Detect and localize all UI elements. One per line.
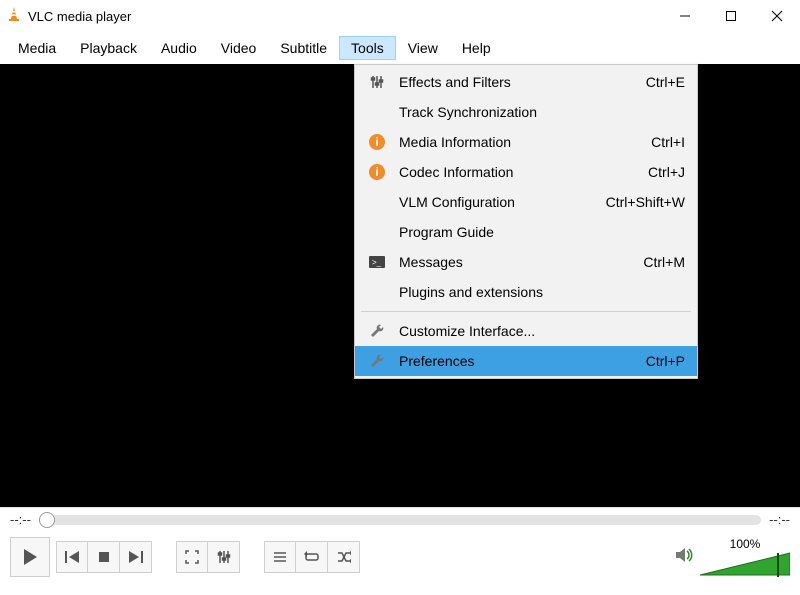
next-button[interactable] bbox=[120, 541, 152, 573]
control-row: 100% bbox=[10, 537, 790, 577]
menu-item-label: Program Guide bbox=[399, 224, 685, 240]
menu-item-shortcut: Ctrl+P bbox=[646, 353, 685, 369]
menu-item-shortcut: Ctrl+M bbox=[643, 254, 685, 270]
menu-item-customize-interface[interactable]: Customize Interface... bbox=[355, 316, 697, 346]
menu-subtitle[interactable]: Subtitle bbox=[268, 36, 339, 60]
menu-video[interactable]: Video bbox=[209, 36, 269, 60]
titlebar: VLC media player bbox=[0, 0, 800, 32]
terminal-icon: >_ bbox=[367, 256, 387, 268]
info-icon: i bbox=[367, 134, 387, 150]
playlist-button[interactable] bbox=[264, 541, 296, 573]
menu-item-shortcut: Ctrl+J bbox=[648, 164, 685, 180]
menu-tools[interactable]: Tools bbox=[339, 36, 396, 60]
volume-label: 100% bbox=[730, 537, 761, 551]
sliders-icon bbox=[367, 75, 387, 89]
menu-item-label: Plugins and extensions bbox=[399, 284, 685, 300]
window-title: VLC media player bbox=[28, 9, 131, 24]
menu-item-media-information[interactable]: i Media InformationCtrl+I bbox=[355, 127, 697, 157]
menu-item-label: Codec Information bbox=[399, 164, 648, 180]
menu-item-plugins-and-extensions[interactable]: Plugins and extensions bbox=[355, 277, 697, 307]
menu-item-vlm-configuration[interactable]: VLM ConfigurationCtrl+Shift+W bbox=[355, 187, 697, 217]
vlc-cone-icon bbox=[6, 6, 22, 27]
previous-button[interactable] bbox=[56, 541, 88, 573]
play-button[interactable] bbox=[10, 537, 50, 577]
maximize-button[interactable] bbox=[708, 0, 754, 32]
seek-bar[interactable] bbox=[39, 515, 761, 525]
menu-view[interactable]: View bbox=[396, 36, 450, 60]
speaker-icon[interactable] bbox=[674, 546, 694, 569]
volume-control: 100% bbox=[674, 537, 790, 577]
tools-menu-dropdown: Effects and FiltersCtrl+E Track Synchroni… bbox=[354, 64, 698, 379]
menu-playback[interactable]: Playback bbox=[68, 36, 149, 60]
video-area: Effects and FiltersCtrl+E Track Synchroni… bbox=[0, 64, 800, 507]
menu-item-shortcut: Ctrl+Shift+W bbox=[606, 194, 685, 210]
wrench-icon bbox=[367, 354, 387, 368]
menu-item-label: Track Synchronization bbox=[399, 104, 685, 120]
loop-button[interactable] bbox=[296, 541, 328, 573]
fullscreen-button[interactable] bbox=[176, 541, 208, 573]
menu-item-program-guide[interactable]: Program Guide bbox=[355, 217, 697, 247]
menu-item-label: Effects and Filters bbox=[399, 74, 646, 90]
extended-settings-button[interactable] bbox=[208, 541, 240, 573]
info-icon: i bbox=[367, 164, 387, 180]
shuffle-button[interactable] bbox=[328, 541, 360, 573]
svg-text:>_: >_ bbox=[372, 258, 382, 267]
time-elapsed: --:-- bbox=[10, 512, 31, 527]
volume-slider[interactable] bbox=[700, 551, 790, 577]
menu-item-shortcut: Ctrl+I bbox=[651, 134, 685, 150]
stop-button[interactable] bbox=[88, 541, 120, 573]
menu-item-label: Customize Interface... bbox=[399, 323, 685, 339]
seek-knob[interactable] bbox=[39, 512, 55, 528]
menu-item-track-synchronization[interactable]: Track Synchronization bbox=[355, 97, 697, 127]
menu-item-label: Preferences bbox=[399, 353, 646, 369]
menu-item-codec-information[interactable]: i Codec InformationCtrl+J bbox=[355, 157, 697, 187]
menu-separator bbox=[361, 311, 691, 312]
menu-item-messages[interactable]: >_ MessagesCtrl+M bbox=[355, 247, 697, 277]
menu-item-label: Messages bbox=[399, 254, 643, 270]
seek-row: --:-- --:-- bbox=[10, 512, 790, 527]
menu-media[interactable]: Media bbox=[6, 36, 68, 60]
menu-item-shortcut: Ctrl+E bbox=[646, 74, 685, 90]
close-button[interactable] bbox=[754, 0, 800, 32]
bottom-controls: --:-- --:-- bbox=[0, 507, 800, 595]
menu-item-label: VLM Configuration bbox=[399, 194, 606, 210]
menu-help[interactable]: Help bbox=[450, 36, 503, 60]
menu-audio[interactable]: Audio bbox=[149, 36, 209, 60]
window-controls bbox=[662, 0, 800, 32]
minimize-button[interactable] bbox=[662, 0, 708, 32]
menu-item-label: Media Information bbox=[399, 134, 651, 150]
menu-item-preferences[interactable]: PreferencesCtrl+P bbox=[355, 346, 697, 376]
menu-item-effects-and-filters[interactable]: Effects and FiltersCtrl+E bbox=[355, 67, 697, 97]
time-remaining[interactable]: --:-- bbox=[769, 512, 790, 527]
wrench-icon bbox=[367, 324, 387, 338]
menubar: MediaPlaybackAudioVideoSubtitleToolsView… bbox=[0, 32, 800, 64]
